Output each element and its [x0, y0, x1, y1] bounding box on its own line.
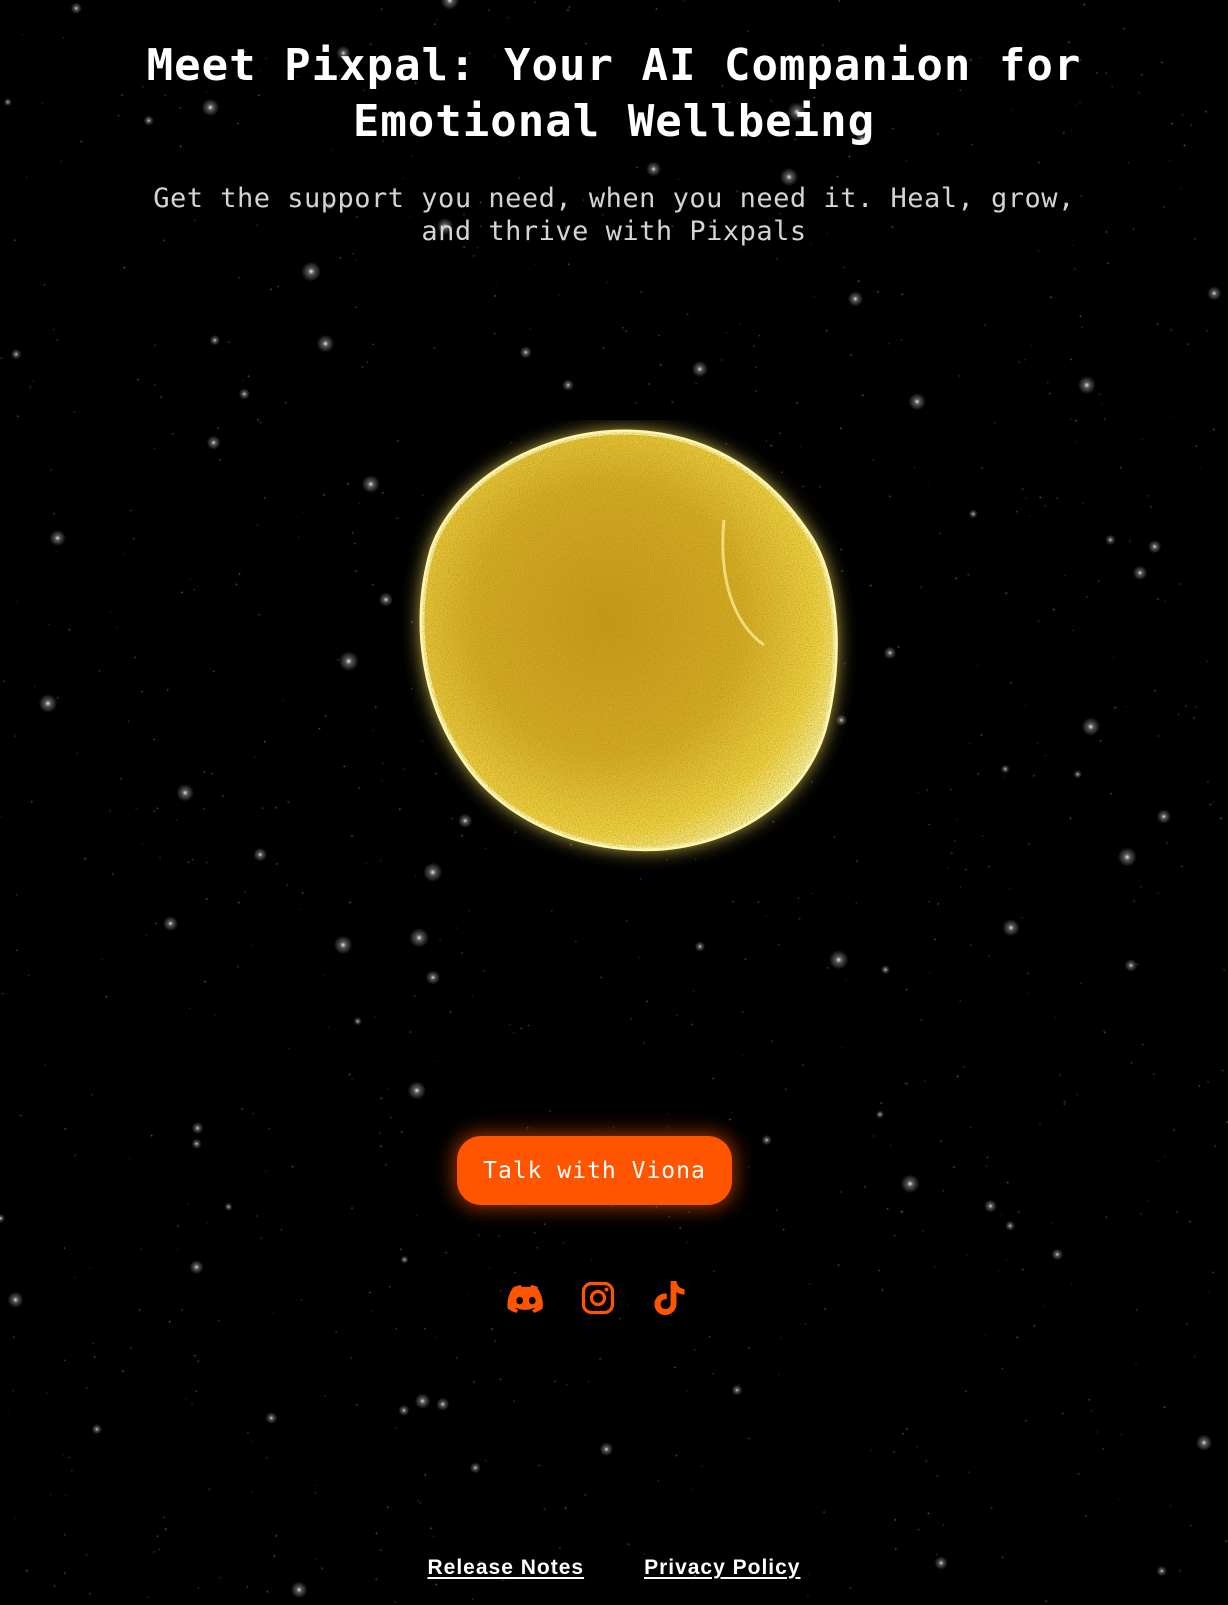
instagram-icon [581, 1281, 615, 1315]
discord-link[interactable] [504, 1276, 548, 1320]
tiktok-link[interactable] [648, 1276, 692, 1320]
talk-with-viona-button[interactable]: Talk with Viona [457, 1136, 732, 1205]
page-title: Meet Pixpal: Your AI Companion for Emoti… [146, 40, 1082, 147]
social-links [504, 1274, 692, 1322]
privacy-policy-link[interactable]: Privacy Policy [644, 1556, 800, 1580]
glowing-orb-illustration [419, 429, 838, 852]
orb-texture [422, 431, 836, 849]
instagram-link[interactable] [576, 1276, 620, 1320]
footer-links: Release Notes Privacy Policy [0, 1556, 1228, 1580]
discord-icon [507, 1285, 543, 1313]
tiktok-icon [654, 1281, 685, 1315]
release-notes-link[interactable]: Release Notes [427, 1556, 584, 1580]
page-subtitle: Get the support you need, when you need … [153, 183, 1075, 247]
hero-section: Meet Pixpal: Your AI Companion for Emoti… [0, 38, 1228, 248]
